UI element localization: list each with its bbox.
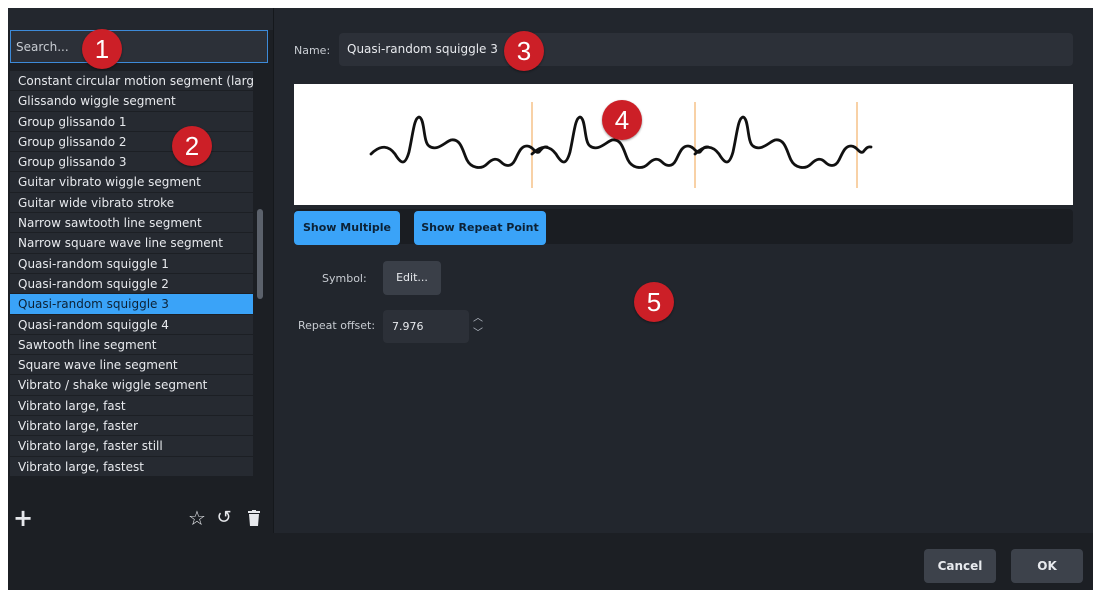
symbol-label: Symbol: [322,272,367,285]
list-scrollbar-thumb[interactable] [257,209,263,299]
search-input[interactable]: Search... [10,30,268,63]
list-item[interactable]: Quasi-random squiggle 3 [10,294,253,315]
callout-4: 4 [602,100,642,140]
left-panel: Search... Constant circular motion segme… [8,8,273,533]
revert-icon[interactable]: ↺ [214,503,234,533]
trash-icon[interactable] [244,503,264,533]
repeat-offset-label: Repeat offset: [298,319,376,332]
list-item[interactable]: Narrow square wave line segment [10,233,253,254]
editor-panel: Name: Quasi-random squiggle 3 Show Multi… [274,8,1093,533]
symbol-list: Constant circular motion segment (large)… [10,71,253,477]
list-item[interactable]: Vibrato large, faster [10,416,253,437]
preview-canvas [294,84,1073,205]
cancel-button[interactable]: Cancel [924,549,996,583]
list-item[interactable]: Square wave line segment [10,355,253,376]
list-item[interactable]: Quasi-random squiggle 1 [10,253,253,274]
edit-symbol-button[interactable]: Edit... [383,261,441,295]
list-item[interactable]: Group glissando 3 [10,152,253,173]
squiggle-preview [369,102,873,188]
callout-5: 5 [634,282,674,322]
callout-3: 3 [504,31,544,71]
left-panel-toolbar: + ☆ ↺ [8,503,273,533]
list-item[interactable]: Vibrato large, fastest [10,456,253,477]
dialog-footer: Cancel OK [8,533,1093,590]
plus-icon[interactable]: + [12,503,34,533]
list-item[interactable]: Group glissando 1 [10,111,253,132]
list-item[interactable]: Guitar vibrato wiggle segment [10,172,253,193]
list-item[interactable]: Vibrato large, faster still [10,436,253,457]
list-item[interactable]: Vibrato large, fast [10,395,253,417]
name-input[interactable]: Quasi-random squiggle 3 [339,33,1073,66]
chevron-down-icon[interactable]: ﹀ [472,327,484,341]
list-scrollbar[interactable] [256,71,264,501]
callout-1: 1 [82,29,122,69]
dialog-window: Search... Constant circular motion segme… [8,8,1093,590]
show-repeat-point-button[interactable]: Show Repeat Point [414,211,546,245]
list-item[interactable]: Vibrato / shake wiggle segment [10,375,253,396]
left-panel-topbar [8,8,273,30]
name-label: Name: [294,44,331,57]
list-item[interactable]: Guitar wide vibrato stroke [10,192,253,214]
list-item[interactable]: Sawtooth line segment [10,334,253,356]
preview-toolbar [294,209,1073,244]
list-item[interactable]: Group glissando 2 [10,131,253,153]
list-item[interactable]: Quasi-random squiggle 2 [10,273,253,295]
repeat-offset-input[interactable]: 7.976 [383,310,469,343]
squiggle-segment [369,115,549,169]
star-icon[interactable]: ☆ [186,503,208,533]
squiggle-segment [693,115,873,169]
list-item[interactable]: Glissando wiggle segment [10,91,253,112]
list-item[interactable]: Constant circular motion segment (large) [10,71,253,92]
list-item[interactable]: Narrow sawtooth line segment [10,213,253,234]
show-multiple-button[interactable]: Show Multiple [294,211,400,245]
ok-button[interactable]: OK [1011,549,1083,583]
list-item[interactable]: Quasi-random squiggle 4 [10,314,253,335]
chevron-up-icon[interactable]: ︿ [472,312,484,326]
callout-2: 2 [172,126,212,166]
